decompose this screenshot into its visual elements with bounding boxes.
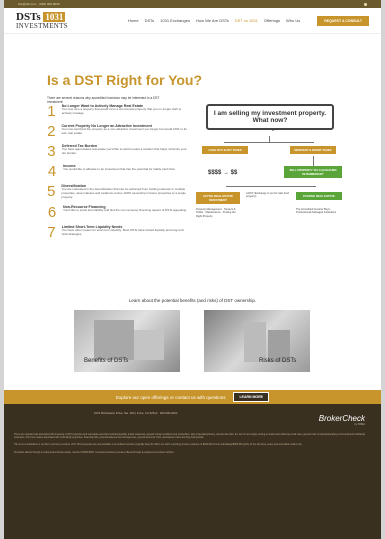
cash-out-box: CASH OUT & PAY TAXES — [202, 146, 248, 154]
nav-offerings[interactable]: Offerings — [264, 18, 280, 23]
reason-desc: You have other means for short-term liqu… — [61, 227, 185, 236]
page-title: Is a DST Right for You? — [47, 72, 203, 88]
reason-desc: You now own a property that would incur … — [61, 107, 182, 115]
reason-item: 3 Deferred Tax Burden You have appreciate… — [47, 144, 187, 159]
disclaimer-risks: There are material risks associated with… — [14, 433, 366, 440]
reason-number: 7 — [47, 223, 56, 241]
nav-dst-vs-1031[interactable]: DST vs 1031 — [235, 18, 258, 23]
reason-number: 4 — [47, 163, 57, 180]
qi-box: SELL PROPERTY VIA A QUALIFIED INTERMEDIA… — [284, 166, 342, 178]
nav-how[interactable]: How We Are DSTs — [196, 18, 229, 23]
disclaimer-securities: Securities offered through an independen… — [14, 451, 175, 454]
dst-note: A DST (Exchange in our for sale fund pro… — [246, 192, 289, 199]
logo-badge: 1031 — [43, 11, 66, 22]
decision-diagram: I am selling my investment property. Wha… — [196, 104, 346, 254]
passive-box: PASSIVE REAL ESTATE — [296, 192, 342, 200]
reinvest-box: REINVEST & DEFER TAXES — [290, 146, 336, 154]
reason-number: 2 — [47, 123, 56, 140]
connector — [226, 186, 316, 187]
reason-item: 4 Income You would like to allocate to an… — [47, 164, 187, 179]
passive-notes: The Accredited Investor Buys: Profession… — [296, 208, 337, 215]
reason-item: 2 Current Property No Longer an Attracti… — [47, 124, 187, 139]
request-consult-button[interactable]: REQUEST A CONSULT — [317, 15, 369, 26]
reason-desc: You have appreciated real estate you'd l… — [61, 147, 187, 155]
disclaimer-solicitation: This is not a solicitation or an offer t… — [14, 444, 303, 447]
risks-photo[interactable]: Risks of DSTs — [204, 310, 310, 372]
reason-item: 5 Diversification You are interested in t… — [47, 184, 187, 200]
nav-dsts[interactable]: DSTs — [145, 18, 155, 23]
brokercheck-text: BrokerCheck — [318, 414, 365, 423]
topbar-contact[interactable]: info@dst.com · (000) 000-0000 — [18, 2, 60, 6]
reasons-list: 1 No Longer Want to Actively Manage Real… — [47, 104, 187, 245]
page: info@dst.com · (000) 000-0000 DSTs 1031 … — [4, 0, 381, 539]
nav-1031[interactable]: 1031 Exchanges — [160, 18, 190, 23]
reason-number: 1 — [47, 103, 56, 120]
logo-line1: DSTs — [16, 10, 41, 23]
top-bar: info@dst.com · (000) 000-0000 — [4, 0, 381, 8]
reason-number: 3 — [47, 143, 56, 160]
active-notes: Property Management · Tenants & Toilets … — [196, 208, 236, 218]
benefits-label: Benefits of DSTs — [84, 358, 129, 364]
cta-band-text: Explore our open offerings or contact us… — [115, 394, 226, 400]
active-box: ACTIVE REAL ESTATE INVESTMENT — [196, 192, 240, 204]
social-icons — [364, 2, 367, 6]
money-text: $$$$ → $$ — [208, 170, 238, 176]
risks-label: Risks of DSTs — [259, 358, 297, 364]
reason-number: 6 — [47, 203, 57, 221]
brokercheck-logo[interactable]: BrokerCheck by FINRA — [319, 414, 365, 426]
logo[interactable]: DSTs 1031 INVESTMENTS — [16, 10, 68, 30]
reason-desc: You now own/fund the property as a non-a… — [61, 127, 187, 135]
reason-desc: You would like to allocate to an investm… — [63, 167, 176, 171]
reason-number: 5 — [47, 183, 56, 200]
reason-desc: You'd like to avoid loan liability and f… — [63, 207, 187, 212]
connector — [224, 142, 314, 143]
cta-band: Explore our open offerings or contact us… — [4, 390, 381, 404]
speech-bubble: I am selling my investment property. Wha… — [206, 104, 334, 131]
reason-item: 7 Limited Short-Term Liquidity Needs You … — [47, 225, 187, 240]
brokercheck-sub: by FINRA — [354, 423, 365, 426]
logo-line2: INVESTMENTS — [16, 21, 68, 30]
footer: 1031 Michaelson Drive, Ste. 000 | Irvine… — [4, 404, 381, 539]
social-icon[interactable] — [364, 2, 367, 6]
benefits-photo[interactable]: Benefits of DSTs — [74, 310, 180, 372]
reason-desc: You are interested in the diversificatio… — [61, 187, 186, 199]
learn-more-button[interactable]: LEARN MORE — [233, 392, 269, 402]
learn-heading: Learn about the potential benefits (and … — [128, 298, 257, 303]
reason-item: 1 No Longer Want to Actively Manage Real… — [47, 104, 187, 119]
reason-item: 6 Non-Recourse Financing You'd like to av… — [47, 205, 187, 220]
nav-home[interactable]: Home — [128, 18, 139, 23]
connector — [313, 156, 314, 166]
main-nav: Home DSTs 1031 Exchanges How We Are DSTs… — [128, 18, 300, 23]
site-header: DSTs 1031 INVESTMENTS Home DSTs 1031 Exc… — [4, 8, 381, 34]
nav-who[interactable]: Who Us — [286, 18, 300, 23]
